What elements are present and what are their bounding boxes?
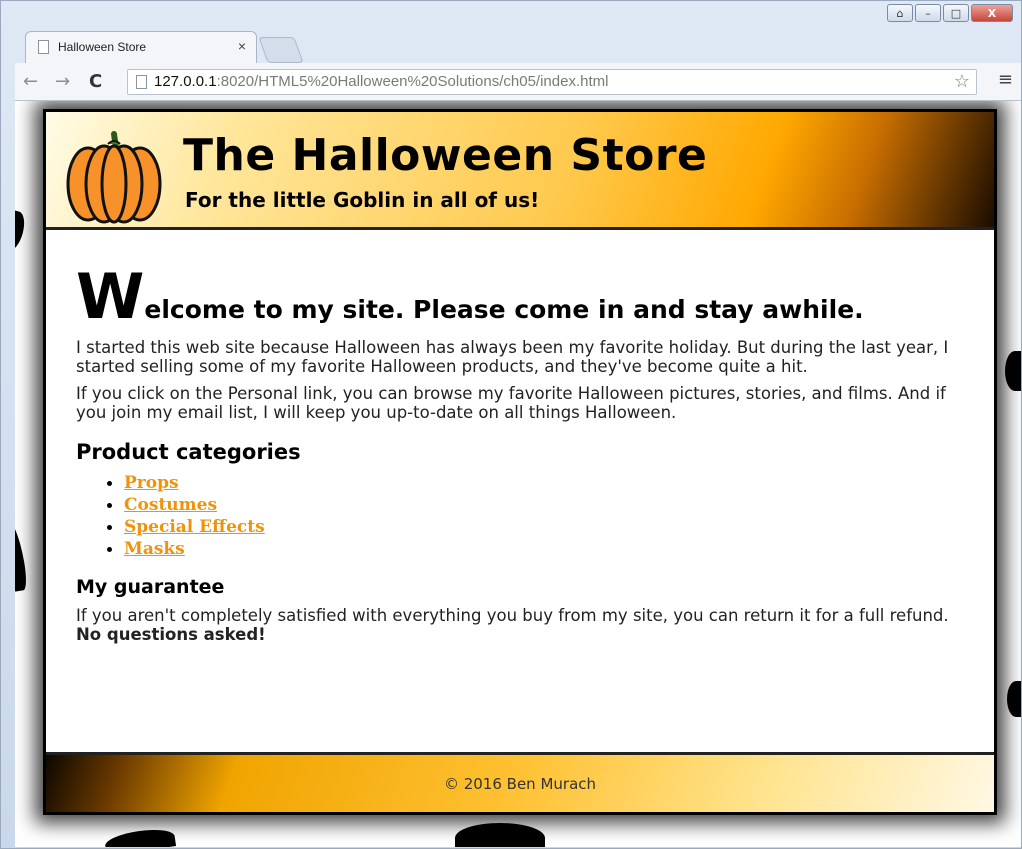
guarantee-text: If you aren't completely satisfied with … xyxy=(76,606,949,625)
tab-strip: Halloween Store × xyxy=(15,31,715,63)
page-container: The Halloween Store For the little Gobli… xyxy=(43,109,997,815)
tab-halloween-store[interactable]: Halloween Store × xyxy=(25,31,257,63)
list-item: Masks xyxy=(124,538,964,560)
welcome-heading: Welcome to my site. Please come in and s… xyxy=(76,266,964,328)
bat-silhouette xyxy=(15,520,29,592)
tab-close-icon[interactable]: × xyxy=(238,38,246,54)
browser-window: ⌂ – □ X Halloween Store × ← → C 127.0.0.… xyxy=(0,0,1022,849)
site-footer: © 2016 Ben Murach xyxy=(46,752,994,812)
url-text: 127.0.0.1:8020/HTML5%20Halloween%20Solut… xyxy=(154,73,608,90)
pumpkin-icon xyxy=(66,131,162,224)
browser-menu-icon[interactable]: ≡ xyxy=(998,69,1013,90)
bookmark-star-icon[interactable]: ☆ xyxy=(954,71,970,92)
welcome-dropcap: W xyxy=(76,260,145,333)
site-title: The Halloween Store xyxy=(183,130,708,181)
page-viewport: The Halloween Store For the little Gobli… xyxy=(15,101,1021,847)
reload-icon[interactable]: C xyxy=(89,71,102,92)
page-icon xyxy=(38,40,49,54)
user-icon[interactable]: ⌂ xyxy=(887,4,913,22)
guarantee-paragraph: If you aren't completely satisfied with … xyxy=(76,606,964,644)
list-item: Props xyxy=(124,472,964,494)
url-path: :8020/HTML5%20Halloween%20Solutions/ch05… xyxy=(216,73,609,90)
tab-title: Halloween Store xyxy=(58,40,147,54)
site-tagline: For the little Goblin in all of us! xyxy=(185,188,540,212)
category-link-masks[interactable]: Masks xyxy=(124,539,185,559)
page-icon xyxy=(136,75,147,89)
main-content: Welcome to my site. Please come in and s… xyxy=(46,230,994,645)
bat-silhouette xyxy=(1007,681,1021,717)
list-item: Special Effects xyxy=(124,516,964,538)
category-link-special-effects[interactable]: Special Effects xyxy=(124,517,265,537)
forward-icon[interactable]: → xyxy=(55,71,70,92)
intro-paragraph: I started this web site because Hallowee… xyxy=(76,338,949,376)
bat-silhouette xyxy=(455,823,545,847)
bat-silhouette xyxy=(15,209,28,253)
window-controls: ⌂ – □ X xyxy=(887,4,1013,22)
welcome-text: elcome to my site. Please come in and st… xyxy=(144,295,864,324)
maximize-button[interactable]: □ xyxy=(943,4,969,22)
category-list: Props Costumes Special Effects Masks xyxy=(76,472,964,560)
copyright-text: © 2016 Ben Murach xyxy=(443,774,597,793)
url-host: 127.0.0.1 xyxy=(154,73,217,90)
guarantee-heading: My guarantee xyxy=(76,576,225,598)
new-tab-button[interactable] xyxy=(258,37,304,63)
category-link-costumes[interactable]: Costumes xyxy=(124,495,217,515)
site-header: The Halloween Store For the little Gobli… xyxy=(46,112,994,230)
list-item: Costumes xyxy=(124,494,964,516)
minimize-button[interactable]: – xyxy=(915,4,941,22)
back-icon[interactable]: ← xyxy=(23,71,38,92)
category-link-props[interactable]: Props xyxy=(124,473,179,493)
personal-paragraph: If you click on the Personal link, you c… xyxy=(76,384,946,422)
close-window-button[interactable]: X xyxy=(971,4,1013,22)
browser-toolbar: ← → C 127.0.0.1:8020/HTML5%20Halloween%2… xyxy=(15,63,1021,101)
categories-heading: Product categories xyxy=(76,440,301,464)
bat-silhouette xyxy=(103,826,177,847)
guarantee-bold: No questions asked! xyxy=(76,625,266,644)
address-bar[interactable]: 127.0.0.1:8020/HTML5%20Halloween%20Solut… xyxy=(127,69,977,95)
bat-silhouette xyxy=(1005,351,1021,391)
